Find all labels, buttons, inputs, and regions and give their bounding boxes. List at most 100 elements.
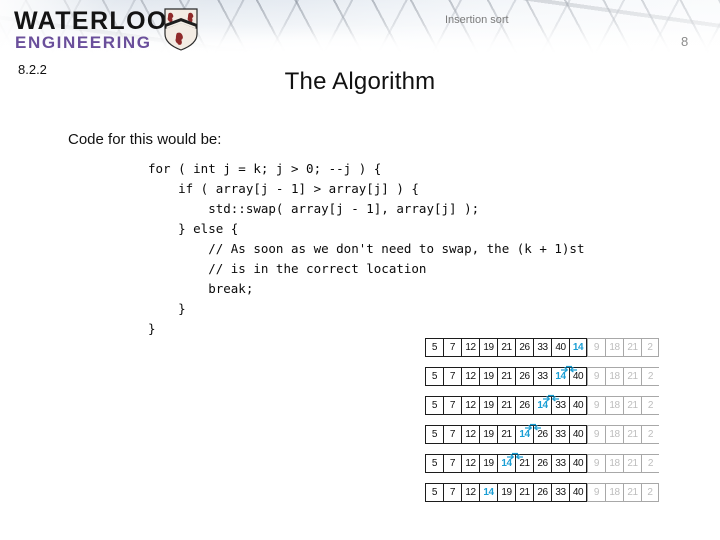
array-cell: 40: [551, 338, 569, 357]
array-cell: 40: [569, 396, 587, 415]
array-cell: 18: [605, 425, 623, 444]
array-cell: 9: [587, 454, 605, 473]
array-cell: 33: [551, 483, 569, 502]
breadcrumb: Insertion sort: [445, 14, 509, 26]
array-cell: 33: [551, 454, 569, 473]
array-cell: 12: [461, 425, 479, 444]
array-cell: 5: [425, 454, 443, 473]
array-cell: 21: [497, 338, 515, 357]
array-cell: 2: [641, 454, 659, 473]
waterloo-shield-crest-icon: [164, 8, 198, 51]
slide-footer-spacer: [0, 534, 720, 535]
array-cell: 7: [443, 367, 461, 386]
array-cell: 5: [425, 396, 443, 415]
array-cell: 26: [533, 454, 551, 473]
array-cell: 14: [551, 367, 569, 386]
array-cell: 5: [425, 338, 443, 357]
array-cell: 12: [461, 483, 479, 502]
code-block: for ( int j = k; j > 0; --j ) { if ( arr…: [148, 159, 585, 339]
array-cell: 14: [569, 338, 587, 357]
array-cell: 19: [479, 396, 497, 415]
array-cell: 2: [641, 367, 659, 386]
array-cell: 21: [623, 425, 641, 444]
array-cell: 9: [587, 338, 605, 357]
array-cell: 14: [497, 454, 515, 473]
array-row: 5 7 12 19 21 26 14 33 40 9 18 21 2: [425, 394, 659, 417]
array-cell: 21: [623, 483, 641, 502]
array-cell: 18: [605, 396, 623, 415]
array-cell: 21: [623, 454, 641, 473]
array-cell: 7: [443, 425, 461, 444]
array-cell: 21: [623, 338, 641, 357]
code-line: std::swap( array[j - 1], array[j] );: [148, 201, 480, 216]
array-cell: 5: [425, 425, 443, 444]
array-cell: 2: [641, 396, 659, 415]
array-cell: 21: [497, 396, 515, 415]
array-cell: 19: [497, 483, 515, 502]
array-cell: 2: [641, 483, 659, 502]
array-row: 5 7 12 19 21 26 33 40 14 9 18 21 2: [425, 338, 659, 359]
array-cell: 18: [605, 454, 623, 473]
array-cell: 21: [515, 483, 533, 502]
logo-wordmark-waterloo: WATERLOO: [14, 7, 168, 35]
array-cell: 2: [641, 338, 659, 357]
array-cell: 33: [533, 338, 551, 357]
array-cell: 5: [425, 367, 443, 386]
array-cell: 21: [623, 367, 641, 386]
array-cell: 26: [533, 483, 551, 502]
array-cell: 26: [515, 396, 533, 415]
array-cell: 19: [479, 454, 497, 473]
array-cell: 33: [551, 425, 569, 444]
code-line: } else {: [148, 221, 239, 236]
array-cell: 14: [515, 425, 533, 444]
array-cell: 40: [569, 367, 587, 386]
array-cell: 26: [515, 367, 533, 386]
code-line: for ( int j = k; j > 0; --j ) {: [148, 161, 382, 176]
array-cell: 9: [587, 483, 605, 502]
array-row: 5 7 12 19 21 14 26 33 40 9 18 21 2: [425, 423, 659, 446]
array-cell: 26: [533, 425, 551, 444]
code-line: if ( array[j - 1] > array[j] ) {: [148, 181, 419, 196]
array-cell: 19: [479, 425, 497, 444]
array-cell: 9: [587, 425, 605, 444]
array-cell: 40: [569, 454, 587, 473]
array-cell: 14: [533, 396, 551, 415]
code-line: break;: [148, 281, 254, 296]
array-cell: 7: [443, 454, 461, 473]
array-cell: 40: [569, 483, 587, 502]
array-cell: 14: [479, 483, 497, 502]
array-cell: 12: [461, 367, 479, 386]
array-cell: 33: [533, 367, 551, 386]
array-cell: 12: [461, 396, 479, 415]
page-number: 8: [681, 34, 689, 49]
insertion-sort-swap-trace: 5 7 12 19 21 26 33 40 14 9 18 21 2 5 7 12 19 21 26 33 14 40 9 1…: [425, 338, 659, 512]
array-cell: 9: [587, 396, 605, 415]
logo-wordmark-engineering: ENGINEERING: [15, 33, 152, 52]
page-title: The Algorithm: [284, 68, 436, 96]
array-cell: 40: [569, 425, 587, 444]
array-cell: 12: [461, 454, 479, 473]
code-line: // As soon as we don't need to swap, the…: [148, 241, 585, 256]
lead-text: Code for this would be:: [68, 131, 222, 148]
array-cell: 18: [605, 367, 623, 386]
array-cell: 12: [461, 338, 479, 357]
array-cell: 21: [515, 454, 533, 473]
array-cell: 33: [551, 396, 569, 415]
code-line: }: [148, 301, 186, 316]
array-cell: 21: [497, 425, 515, 444]
array-cell: 19: [479, 338, 497, 357]
array-cell: 2: [641, 425, 659, 444]
array-cell: 26: [515, 338, 533, 357]
array-cell: 18: [605, 483, 623, 502]
array-cell: 21: [623, 396, 641, 415]
array-cell: 21: [497, 367, 515, 386]
array-cell: 19: [479, 367, 497, 386]
code-line: }: [148, 321, 156, 336]
array-cell: 5: [425, 483, 443, 502]
array-cell: 7: [443, 396, 461, 415]
array-cell: 9: [587, 367, 605, 386]
array-row: 5 7 12 14 19 21 26 33 40 9 18 21 2: [425, 483, 659, 504]
code-line: // is in the correct location: [148, 261, 427, 276]
array-cell: 7: [443, 338, 461, 357]
array-row: 5 7 12 19 21 26 33 14 40 9 18 21 2: [425, 365, 659, 388]
